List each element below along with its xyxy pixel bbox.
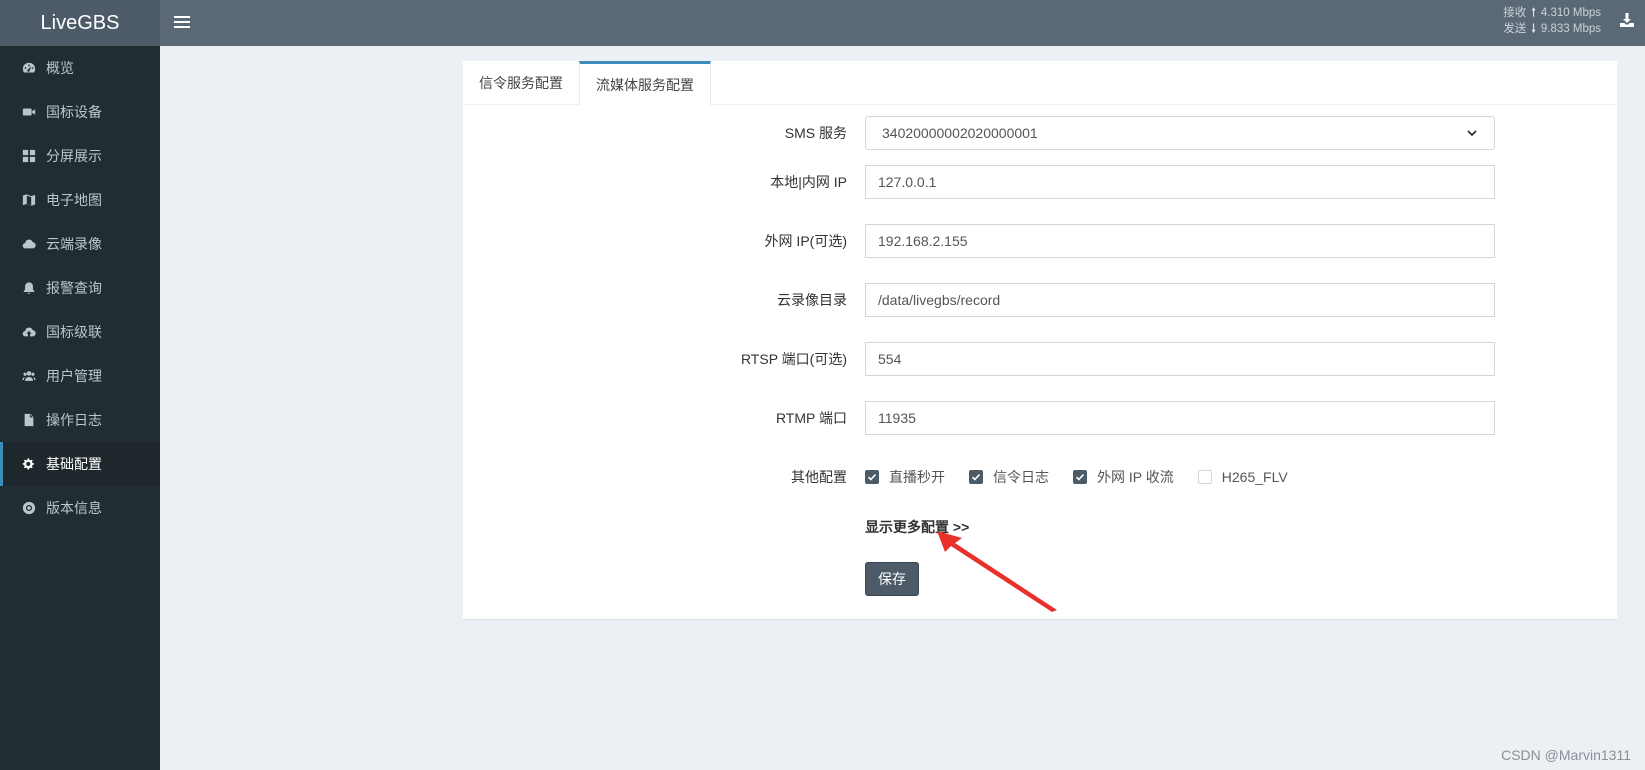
- watermark: CSDN @Marvin1311: [1501, 747, 1631, 763]
- config-tabs: 信令服务配置 流媒体服务配置: [463, 61, 1617, 105]
- checkbox-label: H265_FLV: [1221, 469, 1288, 485]
- sidebar-item-label: 云端录像: [46, 236, 102, 252]
- record-dir-label: 云录像目录: [777, 292, 847, 308]
- sidebar-item-label: 基础配置: [46, 456, 102, 472]
- checkbox-unchecked-icon[interactable]: [1197, 470, 1212, 484]
- sidebar: LiveGBS 概览 国标设备 分屏展示 电子地图 云端录像 报警查询 国标级联…: [0, 0, 160, 770]
- sidebar-menu: 概览 国标设备 分屏展示 电子地图 云端录像 报警查询 国标级联 用户管理 操作…: [0, 46, 160, 530]
- receive-label: 接收: [1503, 7, 1527, 19]
- checkbox-label: 外网 IP 收流: [1097, 469, 1174, 485]
- checkbox-checked-icon[interactable]: [1073, 470, 1087, 484]
- file-icon: [21, 412, 37, 428]
- other-config-options: 直播秒开 信令日志 外网 IP 收流 H265_FLV: [865, 460, 1312, 494]
- checkbox-signaling-log[interactable]: 信令日志: [969, 467, 1049, 487]
- rtsp-port-label: RTSP 端口(可选): [740, 351, 847, 367]
- checkbox-label: 信令日志: [993, 469, 1049, 485]
- checkbox-label: 直播秒开: [889, 469, 945, 485]
- checkbox-checked-icon[interactable]: [865, 470, 879, 484]
- sidebar-item-label: 版本信息: [46, 500, 102, 516]
- bell-icon: [21, 280, 37, 296]
- sidebar-item-label: 分屏展示: [46, 148, 102, 164]
- sidebar-item-basic-config[interactable]: 基础配置: [0, 442, 160, 486]
- video-camera-icon: [21, 104, 37, 120]
- send-label: 发送: [1503, 23, 1527, 35]
- send-rate: 9.833 Mbps: [1540, 23, 1601, 35]
- sidebar-item-cloud-record[interactable]: 云端录像: [0, 222, 160, 266]
- sidebar-item-alarm-query[interactable]: 报警查询: [0, 266, 160, 310]
- chevron-down-icon: [1467, 130, 1477, 137]
- send-rate-row: 发送 🠓 9.833 Mbps: [1503, 21, 1601, 37]
- sms-service-select[interactable]: 34020000002020000001: [865, 116, 1495, 150]
- rtmp-port-input[interactable]: [865, 401, 1495, 435]
- hamburger-menu-icon[interactable]: [174, 14, 190, 30]
- map-icon: [21, 192, 37, 208]
- sidebar-item-label: 国标设备: [46, 104, 102, 120]
- wan-ip-input[interactable]: [865, 224, 1495, 258]
- sidebar-item-version-info[interactable]: 版本信息: [0, 486, 160, 530]
- form-row-other-config: 其他配置 直播秒开 信令日志 外网 IP 收流 H265_FLV: [463, 460, 1617, 494]
- sidebar-item-label: 用户管理: [46, 368, 102, 384]
- sidebar-item-label: 国标级联: [46, 324, 102, 340]
- sidebar-item-split-screen[interactable]: 分屏展示: [0, 134, 160, 178]
- sidebar-item-map[interactable]: 电子地图: [0, 178, 160, 222]
- sidebar-item-gb-devices[interactable]: 国标设备: [0, 90, 160, 134]
- network-status: 接收 🠑 4.310 Mbps 发送 🠓 9.833 Mbps: [1503, 5, 1601, 37]
- record-dir-input[interactable]: [865, 283, 1495, 317]
- form-row-rtmp-port: RTMP 端口: [463, 401, 1617, 435]
- users-icon: [21, 368, 37, 384]
- tab-media-config[interactable]: 流媒体服务配置: [579, 61, 711, 105]
- checkbox-live-instant-open[interactable]: 直播秒开: [865, 467, 945, 487]
- form-row-local-ip: 本地|内网 IP: [463, 165, 1617, 199]
- wan-ip-label: 外网 IP(可选): [764, 233, 847, 249]
- sidebar-item-label: 概览: [46, 60, 74, 76]
- arrow-down-icon: 🠓: [1531, 23, 1536, 35]
- grid-icon: [21, 148, 37, 164]
- form-row-rtsp-port: RTSP 端口(可选): [463, 342, 1617, 376]
- arrow-up-icon: 🠑: [1531, 7, 1536, 19]
- form-row-record-dir: 云录像目录: [463, 283, 1617, 317]
- form-row-sms-service: SMS 服务 34020000002020000001: [463, 116, 1617, 150]
- sidebar-item-overview[interactable]: 概览: [0, 46, 160, 90]
- brand-logo[interactable]: LiveGBS: [0, 0, 160, 46]
- download-icon[interactable]: [1619, 12, 1635, 28]
- rtmp-port-label: RTMP 端口: [775, 410, 847, 426]
- form-row-wan-ip: 外网 IP(可选): [463, 224, 1617, 258]
- dashboard-icon: [21, 60, 37, 76]
- tab-signaling-config[interactable]: 信令服务配置: [463, 61, 579, 105]
- sms-service-label: SMS 服务: [784, 125, 847, 141]
- sidebar-item-label: 报警查询: [46, 280, 102, 296]
- save-button[interactable]: 保存: [865, 562, 919, 596]
- sidebar-item-operation-log[interactable]: 操作日志: [0, 398, 160, 442]
- sidebar-item-gb-cascade[interactable]: 国标级联: [0, 310, 160, 354]
- sidebar-item-label: 操作日志: [46, 412, 102, 428]
- cloud-upload-icon: [21, 324, 37, 340]
- top-bar: 接收 🠑 4.310 Mbps 发送 🠓 9.833 Mbps: [160, 0, 1645, 46]
- receive-rate: 4.310 Mbps: [1540, 7, 1601, 19]
- sidebar-item-label: 电子地图: [46, 192, 102, 208]
- local-ip-label: 本地|内网 IP: [770, 174, 847, 190]
- rtsp-port-input[interactable]: [865, 342, 1495, 376]
- annotation-arrow-icon: [937, 531, 1057, 612]
- checkbox-h265-flv[interactable]: H265_FLV: [1197, 469, 1288, 485]
- cloud-icon: [21, 236, 37, 252]
- sidebar-item-user-management[interactable]: 用户管理: [0, 354, 160, 398]
- gears-icon: [21, 456, 37, 472]
- checkbox-checked-icon[interactable]: [969, 470, 983, 484]
- sms-service-value: 34020000002020000001: [882, 125, 1038, 141]
- checkbox-wan-ip-receive[interactable]: 外网 IP 收流: [1073, 467, 1174, 487]
- local-ip-input[interactable]: [865, 165, 1495, 199]
- lifebuoy-icon: [21, 500, 37, 516]
- other-config-label: 其他配置: [791, 469, 847, 485]
- receive-rate-row: 接收 🠑 4.310 Mbps: [1503, 5, 1601, 21]
